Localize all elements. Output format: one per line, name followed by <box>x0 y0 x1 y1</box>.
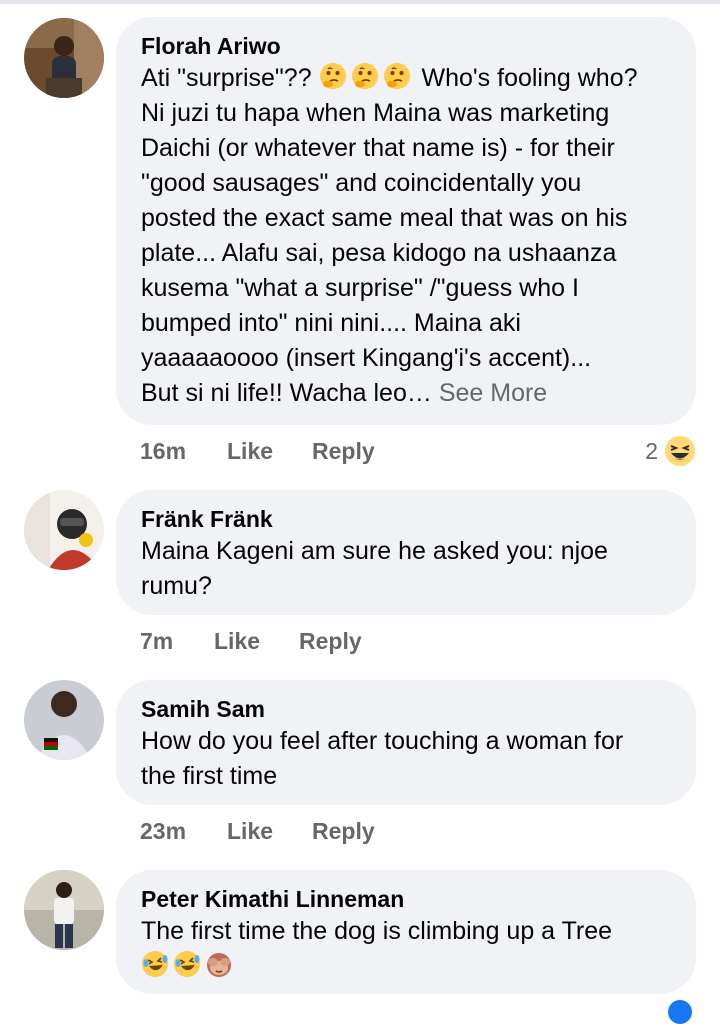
avatar[interactable] <box>24 490 104 570</box>
comment-text: Ati "surprise"?? Who's fooling who? Ni j… <box>141 61 672 411</box>
comment-text-prefix: Ati "surprise"?? <box>141 64 312 92</box>
comment-text: Maina Kageni am sure he asked you: njoe … <box>141 534 672 604</box>
thinking-face-icon <box>351 62 379 90</box>
reply-button[interactable]: Reply <box>312 816 375 846</box>
comment-timestamp[interactable]: 23m <box>140 816 186 846</box>
notification-badge-icon <box>668 1000 692 1024</box>
comment-text-line: Daichi (or whatever that name is) - for … <box>141 134 615 162</box>
reply-button[interactable]: Reply <box>299 626 362 656</box>
comment-author[interactable]: Peter Kimathi Linneman <box>141 884 672 914</box>
comment-bubble: Florah Ariwo Ati "surprise"?? Who's fool… <box>116 17 696 425</box>
reaction-count: 2 <box>645 437 658 464</box>
like-button[interactable]: Like <box>214 626 260 656</box>
thinking-face-icon <box>319 62 347 90</box>
comment-text-line: posted the exact same meal that was on h… <box>141 204 628 232</box>
reaction-summary[interactable]: 2 <box>645 432 698 470</box>
haha-face-icon <box>662 433 698 469</box>
like-button[interactable]: Like <box>227 816 273 846</box>
avatar[interactable] <box>24 18 104 98</box>
comment-text-line: plate... Alafu sai, pesa kidogo na ushaa… <box>141 239 617 267</box>
comment-text-line: Ni juzi tu hapa when Maina was marketing <box>141 99 610 127</box>
comment-author[interactable]: Samih Sam <box>141 694 672 724</box>
comment-timestamp[interactable]: 16m <box>140 436 186 466</box>
comment-text-line: rumu? <box>141 572 212 600</box>
comment-text-line: How do you feel after touching a woman f… <box>141 727 624 755</box>
thinking-face-icon <box>383 62 411 90</box>
comment-text-line: the first time <box>141 762 278 790</box>
comment-author[interactable]: Florah Ariwo <box>141 31 672 61</box>
comment-text-line: bumped into" nini nini.... Maina aki <box>141 309 521 337</box>
comment-text: The first time the dog is climbing up a … <box>141 914 672 984</box>
avatar[interactable] <box>24 680 104 760</box>
comment-text-line: Maina Kageni am sure he asked you: njoe <box>141 537 608 565</box>
rolling-laughing-face-icon <box>141 950 169 978</box>
comment-text-line: Who's fooling who? <box>421 64 638 92</box>
comment-bubble: Samih Sam How do you feel after touching… <box>116 680 696 805</box>
comment-text-line: "good sausages" and coincidentally you <box>141 169 582 197</box>
comment-bubble: Peter Kimathi Linneman The first time th… <box>116 870 696 994</box>
comment-text-line: yaaaaaoooo (insert Kingang'i's accent)..… <box>141 344 592 372</box>
see-no-evil-monkey-icon <box>205 950 233 978</box>
reply-button[interactable]: Reply <box>312 436 375 466</box>
comment-bubble: Fränk Fränk Maina Kageni am sure he aske… <box>116 490 696 615</box>
comment-text-line: kusema "what a surprise" /"guess who I <box>141 274 579 302</box>
avatar[interactable] <box>24 870 104 950</box>
rolling-laughing-face-icon <box>173 950 201 978</box>
like-button[interactable]: Like <box>227 436 273 466</box>
comment-text-line: But si ni life!! Wacha leo… <box>141 379 432 407</box>
comment-author[interactable]: Fränk Fränk <box>141 504 672 534</box>
comment-timestamp[interactable]: 7m <box>140 626 173 656</box>
comment-text-line: The first time the dog is climbing up a … <box>141 917 613 945</box>
comment-text: How do you feel after touching a woman f… <box>141 724 672 794</box>
see-more-link[interactable]: See More <box>439 379 547 407</box>
top-divider <box>0 0 720 4</box>
